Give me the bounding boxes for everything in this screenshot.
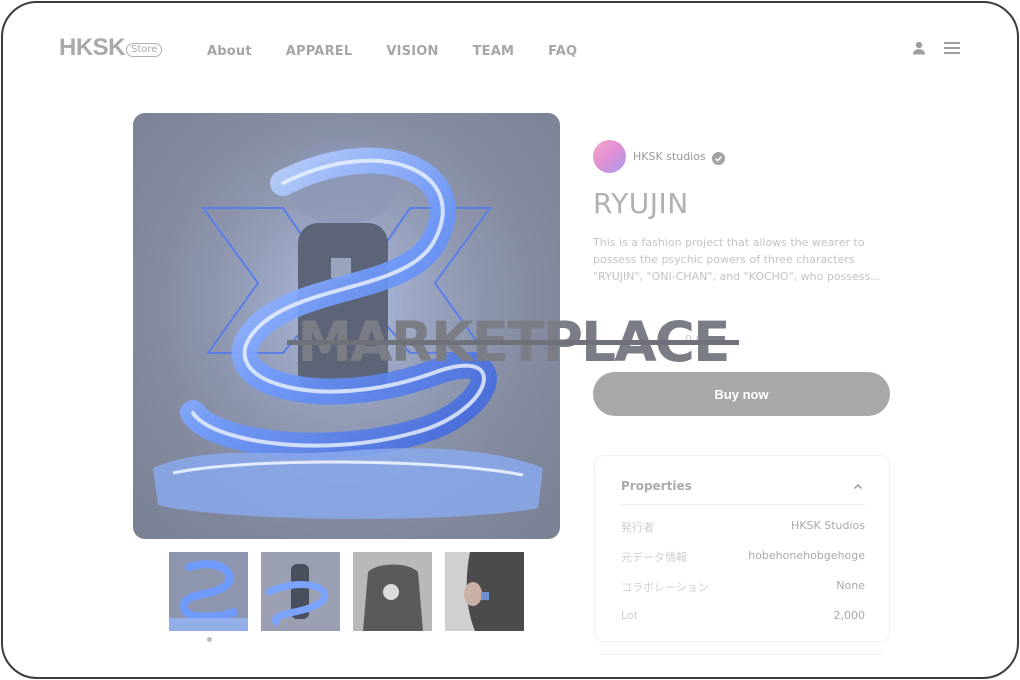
property-row: Lot 2,000 xyxy=(621,609,865,639)
thumbnail-strip xyxy=(169,552,537,631)
property-value: hobehonehobgehoge xyxy=(748,549,865,562)
nav-about[interactable]: About xyxy=(207,44,252,59)
page-frame: HKSK Store About APPAREL VISION TEAM FAQ xyxy=(1,1,1019,679)
creator-name: HKSK studios xyxy=(633,149,706,163)
nav-faq[interactable]: FAQ xyxy=(548,44,577,59)
logo-wordmark: HKSK xyxy=(59,34,126,61)
site-logo[interactable]: HKSK Store xyxy=(59,34,163,62)
nav-team[interactable]: TEAM xyxy=(473,44,515,59)
properties-list: 発行者 HKSK Studios 元データ情報 hobehonehobgehog… xyxy=(621,519,865,639)
thumbnail-3[interactable] xyxy=(353,552,432,631)
properties-panel: Properties 発行者 HKSK Studios 元データ情報 hobeh… xyxy=(594,455,890,642)
thumbnail-1[interactable] xyxy=(169,552,248,631)
creator-row[interactable]: HKSK studios xyxy=(593,139,889,173)
nav-vision[interactable]: VISION xyxy=(386,44,438,59)
carousel-indicator-dot[interactable] xyxy=(207,637,212,642)
creator-avatar xyxy=(593,139,626,173)
buy-now-button[interactable]: Buy now xyxy=(593,372,890,416)
properties-header[interactable]: Properties xyxy=(621,475,865,505)
divider xyxy=(601,654,883,655)
properties-title: Properties xyxy=(621,479,692,493)
thumbnail-4[interactable] xyxy=(445,552,524,631)
property-key: コラボレーション xyxy=(621,581,709,594)
chevron-up-icon[interactable] xyxy=(853,477,863,490)
product-title: RYUJIN xyxy=(593,187,689,220)
property-key: 元データ情報 xyxy=(621,551,687,564)
logo-store-badge: Store xyxy=(126,43,163,57)
property-value: HKSK Studios xyxy=(791,519,865,532)
property-row: 元データ情報 hobehonehobgehoge xyxy=(621,549,865,579)
thumbnail-2[interactable] xyxy=(261,552,340,631)
overlay-strikethrough xyxy=(287,340,739,345)
property-key: 発行者 xyxy=(621,521,654,534)
check-circle-icon xyxy=(711,150,725,165)
property-key: Lot xyxy=(621,609,638,622)
property-row: コラボレーション None xyxy=(621,579,865,609)
user-icon[interactable] xyxy=(910,39,928,57)
menu-icon[interactable] xyxy=(943,39,961,57)
property-value: None xyxy=(836,579,865,592)
nav-apparel[interactable]: APPAREL xyxy=(286,44,353,59)
main-nav: About APPAREL VISION TEAM FAQ xyxy=(207,44,611,59)
property-row: 発行者 HKSK Studios xyxy=(621,519,865,549)
header-actions xyxy=(895,39,961,57)
product-description: This is a fashion project that allows th… xyxy=(593,236,881,283)
site-header: HKSK Store About APPAREL VISION TEAM FAQ xyxy=(3,3,1017,93)
property-value: 2,000 xyxy=(833,609,866,622)
